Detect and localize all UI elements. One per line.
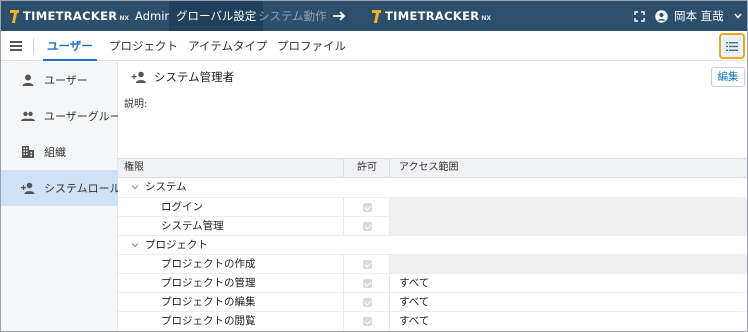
table-group-row[interactable]: プロジェクト [118,235,747,254]
admin-label: Admin [135,9,172,23]
permission-label: プロジェクトの管理 [161,277,256,289]
allowed-checkbox[interactable] [363,317,372,326]
app-logo-link[interactable]: TIMETRACKER NX [372,8,491,24]
group-icon [21,111,35,121]
permission-cell [343,293,389,312]
sidebar-item-label: 組織 [44,146,66,159]
allowed-checkbox[interactable] [363,203,372,212]
tab-global-settings[interactable]: グローバル設定 [169,1,264,31]
app-window: TIMETRACKER NX Admin グローバル設定 システム動作 TIME… [0,0,748,332]
access-scope-cell[interactable]: すべて [389,274,747,293]
logo-suffix: NX [119,14,130,22]
person-add-icon [131,71,146,83]
allowed-checkbox[interactable] [363,298,372,307]
sidebar-item-label: ユーザーグループ [44,110,118,123]
permission-cell [343,274,389,293]
menu-toggle-icon[interactable] [10,41,22,51]
timetracker-logo-icon [10,9,20,23]
chevron-down-icon [734,13,742,19]
logo-text-2: TIMETRACKER [385,9,480,23]
tab-system-behavior[interactable]: システム動作 [258,1,327,31]
list-icon [726,41,738,51]
permission-label: ログイン [161,201,203,213]
group-label: プロジェクト [145,239,208,251]
user-menu[interactable]: 岡本 直哉 [655,1,742,31]
table-header: 権限 許可 アクセス範囲 [118,158,747,178]
access-scope-cell [389,198,747,217]
sub-nav: ユーザー プロジェクト アイテムタイプ プロファイル [1,31,747,61]
chevron-down-icon [131,243,139,248]
column-header-permission-name: 権限 [124,162,144,173]
allowed-checkbox[interactable] [363,260,372,269]
permission-label: プロジェクトの編集 [161,296,256,308]
tab-projects[interactable]: プロジェクト [109,31,178,61]
sidebar-item-user-groups[interactable]: ユーザーグループ [1,98,118,134]
person-add-icon [21,182,35,194]
tab-profiles[interactable]: プロファイル [277,31,346,61]
group-label: システム [145,181,187,193]
column-header-allowed: 許可 [343,159,389,177]
tab-item-types[interactable]: アイテムタイプ [188,31,267,61]
page-title: システム管理者 [154,70,235,84]
table-group-row[interactable]: システム [118,178,747,197]
main-content: システム管理者 編集 説明: 権限 許可 アクセス範囲 システム ログイン シス… [118,62,747,331]
admin-logo[interactable]: TIMETRACKER NX Admin [10,8,172,24]
top-header: TIMETRACKER NX Admin グローバル設定 システム動作 TIME… [1,1,747,31]
nav-divider [33,38,34,54]
table-row: プロジェクトの管理 すべて [118,273,747,293]
description-label: 説明: [124,99,148,110]
access-scope-cell[interactable]: すべて [389,293,747,312]
table-row: ログイン [118,197,747,217]
permissions-table: 権限 許可 アクセス範囲 システム ログイン システム管理 プロジェクト プロジ… [118,158,747,331]
table-row: プロジェクトの編集 すべて [118,292,747,312]
table-row: プロジェクトの作成 [118,254,747,274]
sidebar-item-organizations[interactable]: 組織 [1,134,118,170]
access-scope-cell [389,255,747,274]
person-icon [22,74,34,86]
account-circle-icon [655,9,668,23]
permission-cell [343,217,389,236]
access-scope-cell [389,217,747,236]
logo-text: TIMETRACKER [23,9,118,23]
sidebar-item-label: ユーザー [44,74,88,87]
fullscreen-icon [634,10,645,22]
building-icon [22,146,34,158]
arrow-right-icon [333,11,346,21]
list-view-button[interactable] [719,33,745,59]
role-header: システム管理者 [131,69,234,85]
column-header-access-scope: アクセス範囲 [389,159,747,177]
permission-label: プロジェクトの作成 [161,258,256,270]
timetracker-logo-icon [372,9,382,23]
chevron-down-icon [131,185,139,190]
logo-suffix-2: NX [481,14,492,22]
permission-cell [343,198,389,217]
sidebar-item-system-roles[interactable]: システムロール [1,170,118,206]
tab-users[interactable]: ユーザー [43,31,97,61]
access-scope-cell[interactable]: すべて [389,312,747,331]
user-name: 岡本 直哉 [674,9,724,23]
permission-label: プロジェクトの閲覧 [161,315,256,327]
permission-cell [343,312,389,331]
sidebar-item-users[interactable]: ユーザー [1,62,118,98]
sidebar: ユーザー ユーザーグループ 組織 システムロール [1,62,118,331]
table-row: システム管理 [118,216,747,236]
table-row: プロジェクトの閲覧 すべて [118,311,747,331]
allowed-checkbox[interactable] [363,222,372,231]
fullscreen-button[interactable] [634,1,645,31]
sidebar-item-label: システムロール [44,182,118,195]
permission-label: システム管理 [161,220,224,232]
allowed-checkbox[interactable] [363,279,372,288]
edit-button[interactable]: 編集 [711,67,745,87]
permission-cell [343,255,389,274]
